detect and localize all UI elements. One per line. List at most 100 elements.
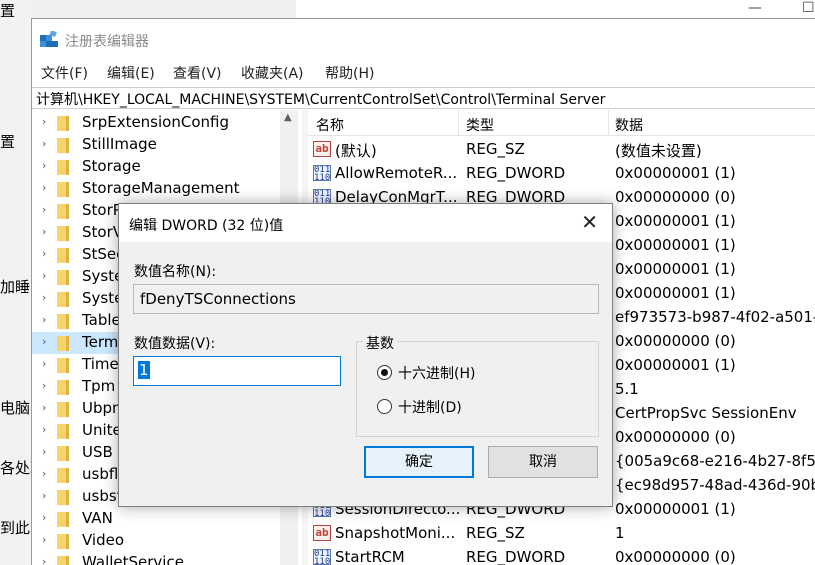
tree-item-label[interactable]: SrpExtensionConfig xyxy=(82,113,229,131)
chevron-right-icon[interactable]: › xyxy=(42,379,46,392)
value-data: 1 xyxy=(615,524,625,542)
dialog-titlebar: 编辑 DWORD (32 位)值 ✕ xyxy=(119,204,612,242)
folder-icon xyxy=(57,116,69,131)
column-divider[interactable] xyxy=(458,110,459,136)
column-data[interactable]: 数据 xyxy=(615,115,643,135)
folder-icon xyxy=(57,182,69,197)
tree-item-label[interactable]: Unite xyxy=(82,421,122,439)
tree-item[interactable]: › SrpExtensionConfig xyxy=(32,112,300,134)
value-type: REG_DWORD xyxy=(466,548,566,565)
tree-item[interactable]: › StorageManagement xyxy=(32,178,300,200)
column-name[interactable]: 名称 xyxy=(316,115,344,135)
list-header: 名称 类型 数据 xyxy=(308,110,815,136)
string-value-icon: ab xyxy=(313,525,331,541)
address-bar[interactable]: 计算机\HKEY_LOCAL_MACHINE\SYSTEM\CurrentCon… xyxy=(32,87,815,109)
menu-edit[interactable]: 编辑(E) xyxy=(107,63,155,83)
chevron-right-icon[interactable]: › xyxy=(42,159,46,172)
chevron-right-icon[interactable]: › xyxy=(42,115,46,128)
chevron-right-icon[interactable]: › xyxy=(42,467,46,480)
folder-icon xyxy=(57,490,69,505)
address-path[interactable]: 计算机\HKEY_LOCAL_MACHINE\SYSTEM\CurrentCon… xyxy=(36,89,605,109)
folder-icon xyxy=(57,468,69,483)
titlebar: 注册表编辑器 xyxy=(32,19,815,59)
menu-file[interactable]: 文件(F) xyxy=(41,63,88,83)
value-type: REG_SZ xyxy=(466,140,525,158)
value-row[interactable]: 011 110 StartRCM REG_DWORD 0x00000000 (0) xyxy=(308,545,815,565)
tree-item-label[interactable]: StillImage xyxy=(82,135,157,153)
value-row[interactable]: 011 110 AllowRemoteR... REG_DWORD 0x0000000… xyxy=(308,161,815,185)
tree-item-label[interactable]: Table xyxy=(82,311,121,329)
tree-item-label[interactable]: Video xyxy=(82,531,124,549)
folder-icon xyxy=(57,534,69,549)
radio-decimal-label[interactable]: 十进制(D) xyxy=(398,397,462,417)
tree-item-label[interactable]: USB xyxy=(82,443,113,461)
radio-unchecked-icon[interactable] xyxy=(377,399,392,414)
value-data-text[interactable]: 1 xyxy=(138,361,150,379)
chevron-right-icon[interactable]: › xyxy=(42,511,46,524)
tree-item-label[interactable]: StorP xyxy=(82,201,122,219)
chevron-right-icon[interactable]: › xyxy=(42,335,46,348)
tree-item[interactable]: › StillImage xyxy=(32,134,300,156)
folder-icon xyxy=(57,292,69,307)
chevron-right-icon[interactable]: › xyxy=(42,203,46,216)
menu-favorites[interactable]: 收藏夹(A) xyxy=(241,63,304,83)
value-data: 0x00000000 (0) xyxy=(615,428,736,446)
column-type[interactable]: 类型 xyxy=(466,115,494,135)
chevron-right-icon[interactable]: › xyxy=(42,247,46,260)
binary-value-icon: 011 110 xyxy=(313,549,331,565)
tree-item[interactable]: › Storage xyxy=(32,156,300,178)
chevron-right-icon[interactable]: › xyxy=(42,313,46,326)
chevron-right-icon[interactable]: › xyxy=(42,401,46,414)
value-row[interactable]: ab (默认) REG_SZ (数值未设置) xyxy=(308,137,815,161)
tree-item-label[interactable]: StorV xyxy=(82,223,123,241)
chevron-right-icon[interactable]: › xyxy=(42,225,46,238)
chevron-right-icon[interactable]: › xyxy=(42,357,46,370)
tree-item-label[interactable]: VAN xyxy=(82,509,113,527)
value-data: 0x00000000 (0) xyxy=(615,548,736,565)
string-value-icon: ab xyxy=(313,141,331,157)
menu-help[interactable]: 帮助(H) xyxy=(325,63,374,83)
folder-icon xyxy=(57,248,69,263)
value-row[interactable]: ab SnapshotMoni... REG_SZ 1 xyxy=(308,521,815,545)
chevron-right-icon[interactable]: › xyxy=(42,137,46,150)
background-titlebar: — ☐ xyxy=(296,0,815,18)
tree-item-label[interactable]: WalletService xyxy=(82,553,184,565)
close-icon[interactable]: ✕ xyxy=(581,210,598,234)
tree-item[interactable]: › VAN xyxy=(32,508,300,530)
chevron-right-icon[interactable]: › xyxy=(42,445,46,458)
minimize-icon[interactable]: — xyxy=(748,0,762,16)
folder-icon xyxy=(57,204,69,219)
radio-checked-icon[interactable] xyxy=(377,365,392,380)
radio-hex-label[interactable]: 十六进制(H) xyxy=(398,363,475,383)
menu-view[interactable]: 查看(V) xyxy=(173,63,222,83)
ok-button[interactable]: 确定 xyxy=(364,446,474,478)
column-divider[interactable] xyxy=(608,110,609,136)
chevron-right-icon[interactable]: › xyxy=(42,291,46,304)
chevron-right-icon[interactable]: › xyxy=(42,423,46,436)
value-data: 0x00000000 (0) xyxy=(615,188,736,206)
folder-icon xyxy=(57,160,69,175)
value-name: StartRCM xyxy=(335,548,405,565)
folder-icon xyxy=(57,270,69,285)
scroll-up-icon[interactable]: ▲ xyxy=(284,112,292,123)
chevron-right-icon[interactable]: › xyxy=(42,555,46,565)
value-data: {005a9c68-e216-4b27-8f59- xyxy=(615,452,815,470)
tree-item-label[interactable]: Storage xyxy=(82,157,141,175)
tree-item-label[interactable]: Tpm xyxy=(82,377,115,395)
base-group-box xyxy=(356,341,599,437)
folder-icon xyxy=(57,424,69,439)
chevron-right-icon[interactable]: › xyxy=(42,489,46,502)
tree-item-label[interactable]: Term xyxy=(82,333,118,351)
maximize-icon[interactable]: ☐ xyxy=(802,0,815,16)
folder-icon xyxy=(57,314,69,329)
tree-item[interactable]: › Video xyxy=(32,530,300,552)
value-type: REG_DWORD xyxy=(466,164,566,182)
tree-item[interactable]: › WalletService xyxy=(32,552,300,565)
value-data-input[interactable]: 1 xyxy=(133,356,341,386)
value-name: (默认) xyxy=(335,142,377,160)
tree-item-label[interactable]: StorageManagement xyxy=(82,179,240,197)
chevron-right-icon[interactable]: › xyxy=(42,181,46,194)
cancel-button[interactable]: 取消 xyxy=(488,446,598,478)
chevron-right-icon[interactable]: › xyxy=(42,533,46,546)
chevron-right-icon[interactable]: › xyxy=(42,269,46,282)
